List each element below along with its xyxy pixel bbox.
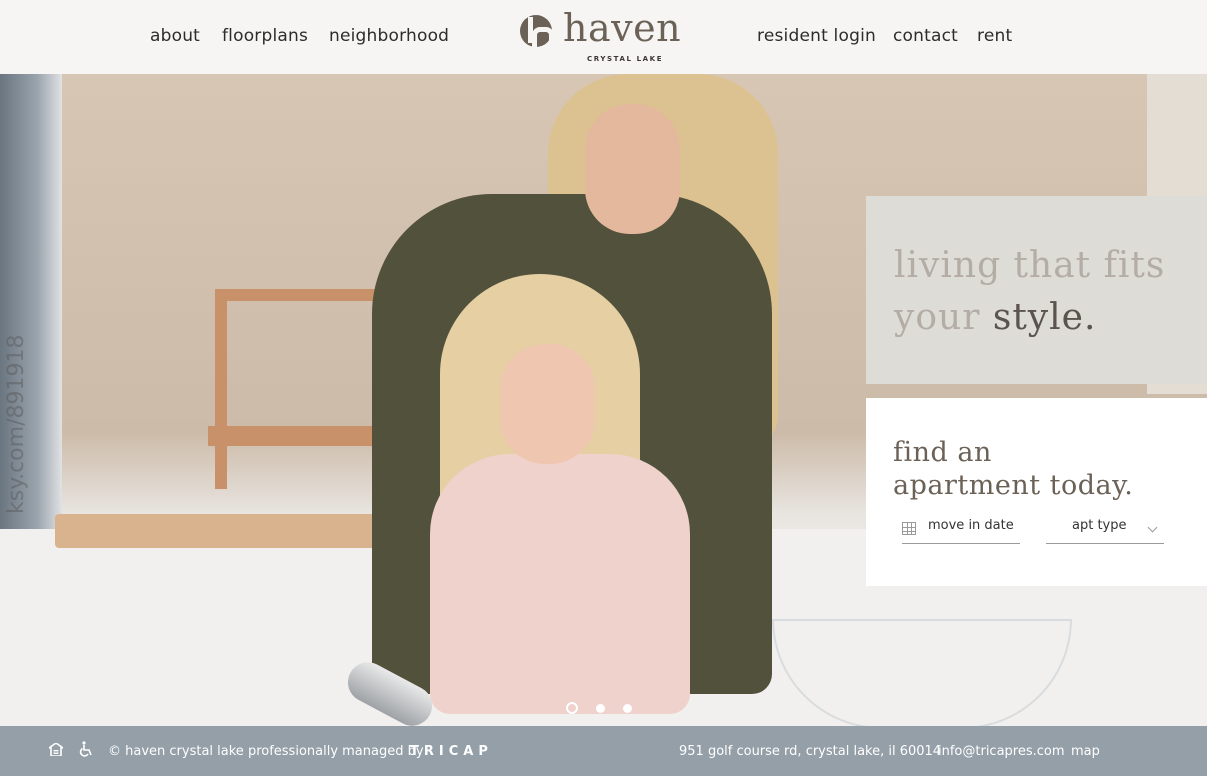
logo-wordmark: haven xyxy=(563,6,682,50)
move-in-date-field[interactable]: move in date xyxy=(902,516,1020,544)
nav-resident-login[interactable]: resident login xyxy=(757,26,876,46)
footer-copyright: © haven crystal lake professionally mana… xyxy=(108,744,424,759)
nav-rent[interactable]: rent xyxy=(977,26,1012,46)
nav-contact[interactable]: contact xyxy=(893,26,958,46)
tagline: living that fits your style. xyxy=(894,240,1165,344)
logo-subtitle: CRYSTAL LAKE xyxy=(587,55,664,63)
tricap-logo[interactable]: TRICAP xyxy=(410,744,493,759)
hero-girl-face xyxy=(500,344,595,464)
finder-title-line-1: find an xyxy=(893,437,992,468)
footer-email-link[interactable]: info@tricapres.com xyxy=(938,744,1065,759)
nav-about[interactable]: about xyxy=(150,26,200,46)
tagline-panel: living that fits your style. xyxy=(866,196,1207,384)
calendar-icon xyxy=(902,522,916,535)
equal-housing-icon xyxy=(49,743,63,756)
accessibility-icon xyxy=(79,741,92,757)
slide-dot-2[interactable] xyxy=(596,703,605,713)
tagline-emphasis: style. xyxy=(992,297,1097,338)
slide-dot-3[interactable] xyxy=(623,703,632,713)
site-header: about floorplans neighborhood haven CRYS… xyxy=(0,0,1207,74)
nav-floorplans[interactable]: floorplans xyxy=(222,26,308,46)
haven-logo[interactable]: haven CRYSTAL LAKE xyxy=(520,6,690,68)
apt-type-label: apt type xyxy=(1072,518,1127,533)
slide-dot-1[interactable] xyxy=(566,702,578,714)
tagline-line-2: your xyxy=(894,297,981,338)
hero-woman-face xyxy=(585,104,680,234)
nav-neighborhood[interactable]: neighborhood xyxy=(329,26,449,46)
apt-type-select[interactable]: apt type xyxy=(1046,516,1164,544)
finder-title-line-2: apartment today. xyxy=(893,470,1134,501)
logo-mark-icon xyxy=(520,15,554,48)
footer-address: 951 golf course rd, crystal lake, il 600… xyxy=(679,744,942,759)
move-in-date-placeholder: move in date xyxy=(928,518,1014,533)
chevron-down-icon xyxy=(1147,522,1158,533)
footer-map-link[interactable]: map xyxy=(1071,744,1100,759)
stock-watermark: ksy.com/891918 xyxy=(4,334,29,514)
hero-girl xyxy=(430,454,690,714)
tagline-line-1: living that fits xyxy=(894,245,1166,286)
apartment-finder: find an apartment today. move in date ap… xyxy=(866,398,1207,586)
slide-indicators xyxy=(566,702,632,714)
finder-title: find an apartment today. xyxy=(893,436,1133,502)
hero-cutting-board xyxy=(55,514,375,548)
site-footer: © haven crystal lake professionally mana… xyxy=(0,726,1207,776)
